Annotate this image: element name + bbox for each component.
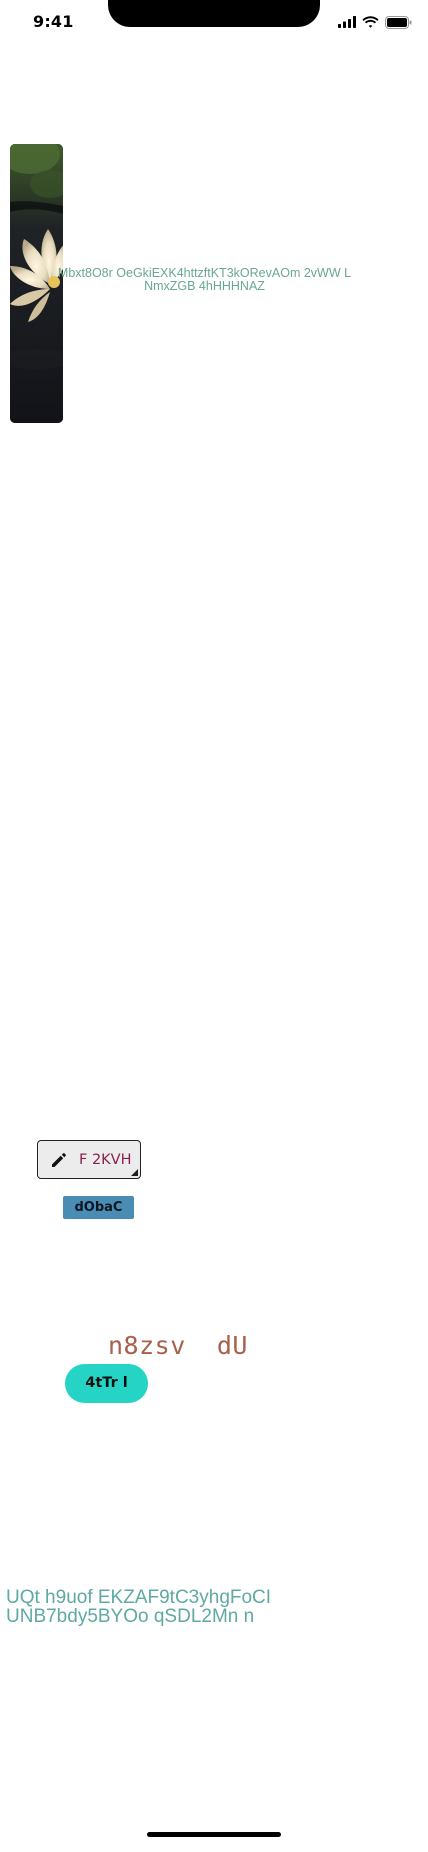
status-icons — [338, 15, 412, 29]
small-action-button[interactable]: dObaC — [63, 1196, 134, 1219]
device-notch — [108, 0, 320, 27]
mono-label: n8zsv dU — [108, 1331, 248, 1360]
battery-icon — [385, 15, 412, 29]
bottom-caption: UQt h9uof EKZAF9tC3yhgFoCI UNB7bdy5BYOo … — [6, 1587, 272, 1627]
pill-action-button[interactable]: 4tTr l — [65, 1364, 148, 1403]
cellular-signal-icon — [338, 16, 356, 28]
status-time: 9:41 — [33, 12, 74, 31]
wifi-icon — [362, 16, 379, 28]
edit-button-label: F 2KVH — [79, 1152, 132, 1168]
overlay-caption: Mbxt8O8r OeGkiEXK4httzftKT3kORevAOm 2vWW… — [57, 266, 352, 293]
status-bar: 9:41 — [0, 0, 428, 47]
screen: 9:41 Mbxt8O8r OeGkiEXK4httzftKT3kORevAOm… — [0, 0, 428, 1852]
resize-corner-icon — [131, 1169, 138, 1176]
home-indicator[interactable] — [147, 1832, 281, 1837]
edit-button[interactable]: F 2KVH — [37, 1140, 141, 1179]
pencil-icon — [50, 1151, 68, 1169]
